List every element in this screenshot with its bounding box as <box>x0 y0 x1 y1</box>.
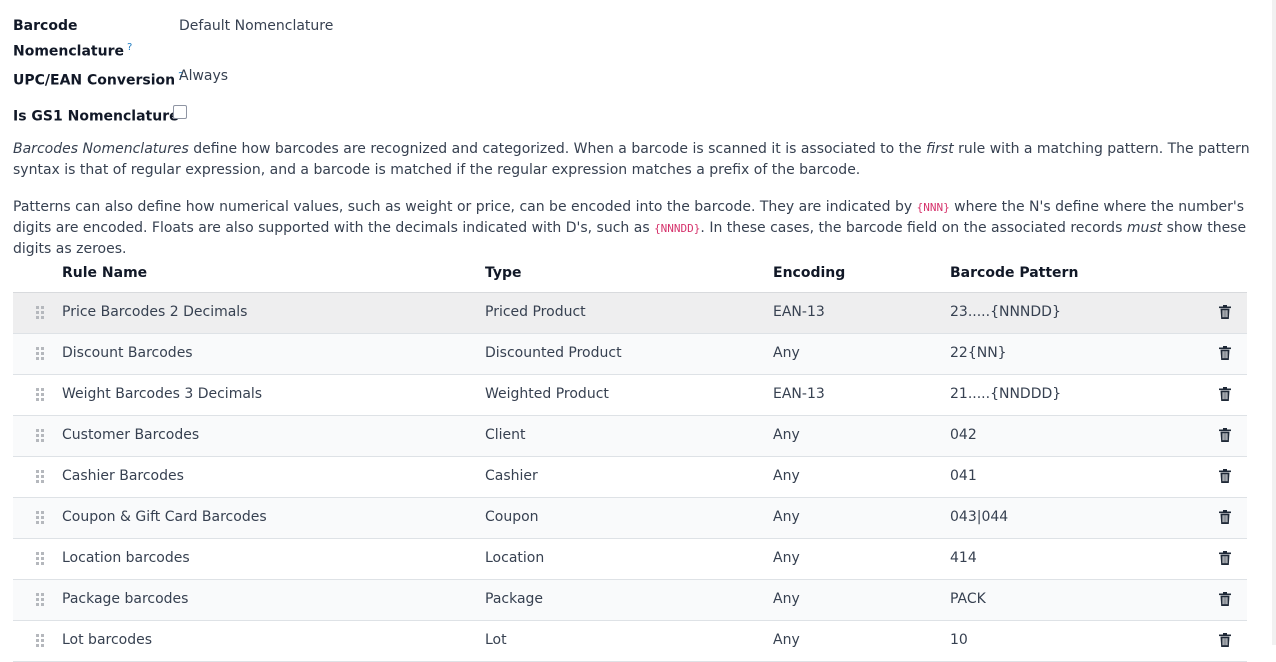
drag-handle-icon[interactable] <box>36 593 46 607</box>
description-paragraph-2: Patterns can also define how numerical v… <box>13 197 1253 260</box>
is-gs1-nomenclature-label-text: Is GS1 Nomenclature <box>13 108 179 125</box>
cell-barcode-pattern[interactable]: PACK <box>950 591 986 607</box>
upc-ean-conversion-value[interactable]: Always <box>179 66 228 87</box>
desc-text: Patterns can also define how numerical v… <box>13 199 917 215</box>
cell-type[interactable]: Cashier <box>485 468 538 484</box>
code-sample-nnn: {NNN} <box>916 201 950 214</box>
trash-icon[interactable] <box>1219 428 1231 442</box>
cell-rule-name[interactable]: Package barcodes <box>62 591 188 607</box>
desc-text: . In these cases, the barcode field on t… <box>700 220 1127 236</box>
cell-type[interactable]: Priced Product <box>485 304 586 320</box>
column-header-barcode-pattern[interactable]: Barcode Pattern <box>950 265 1078 281</box>
cell-rule-name[interactable]: Cashier Barcodes <box>62 468 184 484</box>
table-row[interactable]: Lot barcodes Lot Any 10 <box>13 621 1247 662</box>
cell-encoding[interactable]: Any <box>773 550 800 566</box>
code-sample-nnndd: {NNNDD} <box>654 222 701 235</box>
barcode-nomenclature-label-line2: Nomenclature <box>13 43 124 60</box>
drag-handle-icon[interactable] <box>36 429 46 443</box>
table-row[interactable]: Discount Barcodes Discounted Product Any 22… <box>13 334 1247 375</box>
cell-type[interactable]: Package <box>485 591 543 607</box>
is-gs1-nomenclature-checkbox[interactable] <box>173 105 187 119</box>
drag-handle-icon[interactable] <box>36 634 46 648</box>
column-header-type[interactable]: Type <box>485 265 522 281</box>
trash-icon[interactable] <box>1219 510 1231 524</box>
desc-em-barcodes-nomenclatures: Barcodes Nomenclatures <box>13 141 189 157</box>
drag-handle-icon[interactable] <box>36 347 46 361</box>
scrollbar[interactable] <box>1272 0 1276 645</box>
trash-icon[interactable] <box>1219 346 1231 360</box>
upc-ean-conversion-label: UPC/EAN Conversion? <box>13 66 183 92</box>
barcode-nomenclature-value[interactable]: Default Nomenclature <box>179 16 333 37</box>
table-row[interactable]: Package barcodes Package Any PACK <box>13 580 1247 621</box>
barcode-nomenclature-label-line1: Barcode <box>13 18 78 34</box>
trash-icon[interactable] <box>1219 387 1231 401</box>
cell-rule-name[interactable]: Location barcodes <box>62 550 190 566</box>
cell-barcode-pattern[interactable]: 23.....{NNNDD} <box>950 304 1061 320</box>
cell-encoding[interactable]: EAN-13 <box>773 304 825 320</box>
trash-icon[interactable] <box>1219 592 1231 606</box>
table-row[interactable]: Cashier Barcodes Cashier Any 041 <box>13 457 1247 498</box>
cell-encoding[interactable]: Any <box>773 591 800 607</box>
cell-rule-name[interactable]: Lot barcodes <box>62 632 152 648</box>
cell-barcode-pattern[interactable]: 041 <box>950 468 977 484</box>
upc-ean-conversion-label-text: UPC/EAN Conversion <box>13 72 176 89</box>
cell-encoding[interactable]: Any <box>773 509 800 525</box>
cell-rule-name[interactable]: Price Barcodes 2 Decimals <box>62 304 247 320</box>
drag-handle-icon[interactable] <box>36 552 46 566</box>
trash-icon[interactable] <box>1219 551 1231 565</box>
table-body: Price Barcodes 2 Decimals Priced Product E… <box>13 293 1247 662</box>
barcode-rules-table: Rule Name Type Encoding Barcode Pattern … <box>13 254 1247 662</box>
table-header: Rule Name Type Encoding Barcode Pattern <box>13 254 1247 293</box>
cell-rule-name[interactable]: Customer Barcodes <box>62 427 199 443</box>
drag-handle-icon[interactable] <box>36 511 46 525</box>
column-header-encoding[interactable]: Encoding <box>773 265 845 281</box>
cell-barcode-pattern[interactable]: 21.....{NNDDD} <box>950 386 1061 402</box>
cell-type[interactable]: Client <box>485 427 526 443</box>
cell-rule-name[interactable]: Weight Barcodes 3 Decimals <box>62 386 262 402</box>
cell-encoding[interactable]: Any <box>773 632 800 648</box>
cell-barcode-pattern[interactable]: 042 <box>950 427 977 443</box>
cell-barcode-pattern[interactable]: 10 <box>950 632 968 648</box>
cell-type[interactable]: Coupon <box>485 509 539 525</box>
drag-handle-icon[interactable] <box>36 388 46 402</box>
trash-icon[interactable] <box>1219 469 1231 483</box>
is-gs1-nomenclature-label: Is GS1 Nomenclature? <box>13 102 187 128</box>
cell-encoding[interactable]: EAN-13 <box>773 386 825 402</box>
cell-type[interactable]: Weighted Product <box>485 386 609 402</box>
table-row[interactable]: Coupon & Gift Card Barcodes Coupon Any 043|… <box>13 498 1247 539</box>
cell-type[interactable]: Location <box>485 550 544 566</box>
cell-encoding[interactable]: Any <box>773 427 800 443</box>
drag-handle-icon[interactable] <box>36 306 46 320</box>
desc-em-first: first <box>926 141 954 157</box>
trash-icon[interactable] <box>1219 305 1231 319</box>
cell-barcode-pattern[interactable]: 043|044 <box>950 509 1008 525</box>
help-tooltip-icon[interactable]: ? <box>127 42 132 53</box>
table-row[interactable]: Price Barcodes 2 Decimals Priced Product E… <box>13 293 1247 334</box>
description-paragraph-1: Barcodes Nomenclatures define how barcod… <box>13 139 1253 181</box>
barcode-nomenclature-label: Barcode Nomenclature? <box>13 16 132 63</box>
table-row[interactable]: Customer Barcodes Client Any 042 <box>13 416 1247 457</box>
table-row[interactable]: Location barcodes Location Any 414 <box>13 539 1247 580</box>
cell-encoding[interactable]: Any <box>773 345 800 361</box>
cell-rule-name[interactable]: Coupon & Gift Card Barcodes <box>62 509 267 525</box>
column-header-rule-name[interactable]: Rule Name <box>62 265 147 281</box>
cell-barcode-pattern[interactable]: 22{NN} <box>950 345 1007 361</box>
drag-handle-icon[interactable] <box>36 470 46 484</box>
cell-encoding[interactable]: Any <box>773 468 800 484</box>
cell-rule-name[interactable]: Discount Barcodes <box>62 345 193 361</box>
table-row[interactable]: Weight Barcodes 3 Decimals Weighted Produ… <box>13 375 1247 416</box>
cell-type[interactable]: Discounted Product <box>485 345 622 361</box>
cell-type[interactable]: Lot <box>485 632 507 648</box>
desc-em-must: must <box>1126 220 1163 236</box>
cell-barcode-pattern[interactable]: 414 <box>950 550 977 566</box>
desc-text: define how barcodes are recognized and c… <box>188 141 927 157</box>
